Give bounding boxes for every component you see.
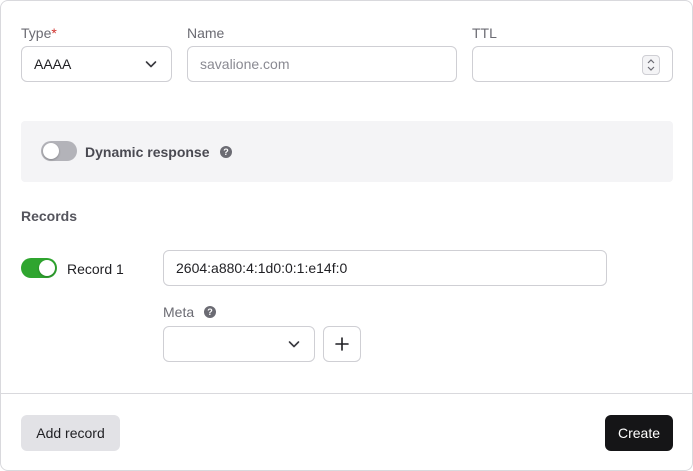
meta-help-icon[interactable]: ? [204, 306, 216, 318]
record-1-label: Record 1 [67, 261, 124, 277]
dynamic-response-label: Dynamic response [85, 144, 210, 160]
type-select[interactable]: AAAA [21, 46, 172, 82]
plus-icon [335, 337, 349, 351]
add-meta-button[interactable] [323, 326, 361, 362]
dynamic-response-toggle[interactable] [41, 141, 77, 161]
required-mark: * [51, 25, 57, 41]
chevron-up-icon[interactable] [647, 59, 655, 64]
record-1-value-input[interactable] [176, 260, 594, 276]
ttl-label: TTL [472, 25, 497, 41]
meta-label: Meta [163, 304, 195, 320]
toggle-knob [43, 143, 59, 159]
meta-select[interactable] [163, 326, 315, 362]
chevron-down-icon [145, 61, 157, 68]
type-label: Type* [21, 25, 57, 41]
type-select-value: AAAA [34, 56, 72, 72]
name-input[interactable] [200, 56, 444, 72]
toggle-knob [39, 260, 55, 276]
chevron-down-icon [288, 341, 300, 348]
name-label: Name [187, 25, 225, 41]
help-icon[interactable]: ? [220, 146, 232, 158]
record-1-toggle[interactable] [21, 258, 57, 278]
dns-record-form: Type* AAAA Name TTL Dynamic response ? R… [0, 0, 693, 471]
ttl-field [472, 46, 673, 82]
type-label-text: Type [21, 25, 52, 41]
chevron-down-icon[interactable] [647, 66, 655, 71]
ttl-input[interactable] [485, 56, 660, 72]
add-record-button[interactable]: Add record [21, 415, 120, 451]
ttl-stepper[interactable] [642, 55, 660, 75]
records-title: Records [21, 208, 78, 224]
create-button[interactable]: Create [605, 415, 673, 451]
name-field [187, 46, 457, 82]
footer-divider [1, 393, 692, 394]
record-1-value-field [163, 250, 607, 286]
